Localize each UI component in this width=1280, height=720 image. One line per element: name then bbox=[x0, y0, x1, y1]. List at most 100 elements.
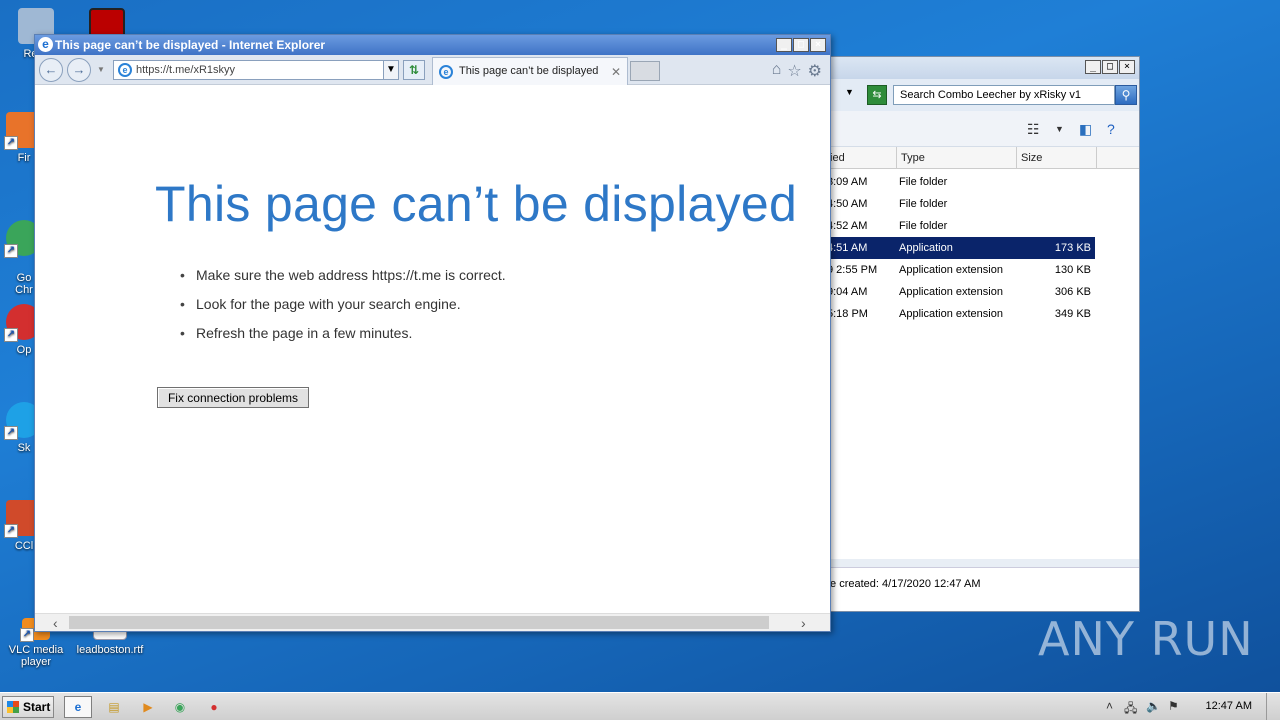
taskbar-media-player-button[interactable]: ▶ bbox=[134, 696, 162, 718]
tab-title: This page can’t be displayed bbox=[459, 65, 599, 77]
scroll-right-icon[interactable]: › bbox=[801, 614, 806, 632]
column-header: fied Type Size bbox=[823, 147, 1139, 169]
column-date-modified[interactable]: fied bbox=[823, 147, 897, 169]
file-size: 306 KB bbox=[1054, 286, 1091, 298]
chevron-down-icon[interactable]: ▼ bbox=[1055, 124, 1064, 134]
back-button[interactable]: ← bbox=[39, 58, 63, 82]
file-row[interactable]: 4:50 AM File folder bbox=[823, 193, 1095, 215]
file-row[interactable]: 5:18 PM Application extension 349 KB bbox=[823, 303, 1095, 325]
file-size: 130 KB bbox=[1054, 264, 1091, 276]
url-text: https://t.me/xR1skyy bbox=[136, 64, 236, 76]
action-center-flag-icon[interactable]: ⚑ bbox=[1168, 699, 1179, 713]
favorites-star-icon[interactable]: ☆ bbox=[787, 61, 801, 81]
file-type: File folder bbox=[899, 220, 948, 232]
file-modified: 9 2:55 PM bbox=[827, 264, 878, 276]
fix-connection-button[interactable]: Fix connection problems bbox=[157, 387, 309, 408]
explorer-titlebar[interactable]: _ □ × bbox=[823, 57, 1139, 79]
explorer-window[interactable]: _ □ × ▼ ⇆ Search Combo Leecher by xRisky… bbox=[822, 56, 1140, 612]
forward-button[interactable]: → bbox=[67, 58, 91, 82]
file-modified: 4:52 AM bbox=[827, 220, 868, 232]
chevron-down-icon[interactable]: ▼ bbox=[97, 65, 105, 74]
compatibility-view-icon[interactable]: ⇅ bbox=[403, 60, 425, 80]
start-label: Start bbox=[23, 700, 51, 714]
shortcut-arrow-icon: ↗ bbox=[4, 426, 18, 440]
preview-pane-icon[interactable]: ◧ bbox=[1079, 121, 1092, 138]
scroll-left-icon[interactable]: ‹ bbox=[53, 614, 58, 632]
shortcut-arrow-icon: ↗ bbox=[4, 524, 18, 538]
ie-titlebar[interactable]: e This page can’t be displayed - Interne… bbox=[35, 35, 830, 55]
close-button[interactable]: × bbox=[810, 38, 826, 52]
explorer-toolbar: ☷ ▼ ◧ ? bbox=[823, 111, 1139, 147]
system-tray: ˄ 🖧 🔈 ⚑ 12:47 AM bbox=[1100, 693, 1280, 720]
shortcut-arrow-icon: ↗ bbox=[4, 244, 18, 258]
home-icon[interactable]: ⌂ bbox=[772, 61, 782, 81]
search-input[interactable]: Search Combo Leecher by xRisky v1 bbox=[893, 85, 1115, 105]
file-type: Application extension bbox=[899, 308, 1003, 320]
file-modified: 4:51 AM bbox=[827, 242, 868, 254]
network-icon[interactable]: 🖧 bbox=[1124, 699, 1137, 720]
close-button[interactable]: × bbox=[1119, 60, 1135, 74]
shortcut-arrow-icon: ↗ bbox=[4, 136, 18, 150]
file-row[interactable]: 4:51 AM Application 173 KB bbox=[823, 237, 1095, 259]
desktop-icon-label: leadboston.rtf bbox=[76, 644, 144, 656]
taskbar: Start e ▤ ▶ ◉ ● ˄ 🖧 🔈 ⚑ 12:47 AM bbox=[0, 692, 1280, 720]
details-pane: te created: 4/17/2020 12:47 AM bbox=[823, 567, 1139, 611]
file-row[interactable]: 9:04 AM Application extension 306 KB bbox=[823, 281, 1095, 303]
file-type: File folder bbox=[899, 176, 948, 188]
minimize-button[interactable]: _ bbox=[1085, 60, 1101, 74]
volume-icon[interactable]: 🔈 bbox=[1146, 699, 1161, 713]
file-row[interactable]: 9 2:55 PM Application extension 130 KB bbox=[823, 259, 1095, 281]
file-list: 3:09 AM File folder 4:50 AM File folder 4:52… bbox=[823, 169, 1139, 559]
page-content: This page can’t be displayed Make sure t… bbox=[35, 85, 830, 613]
error-heading: This page can’t be displayed bbox=[155, 176, 798, 232]
shortcut-arrow-icon: ↗ bbox=[4, 328, 18, 342]
taskbar-explorer-button[interactable]: ▤ bbox=[100, 696, 128, 718]
search-icon[interactable]: ⚲ bbox=[1115, 85, 1137, 105]
file-modified: 4:50 AM bbox=[827, 198, 868, 210]
taskbar-opera-button[interactable]: ● bbox=[200, 696, 228, 718]
maximize-button[interactable]: □ bbox=[1102, 60, 1118, 74]
show-hidden-icons-icon[interactable]: ˄ bbox=[1106, 699, 1113, 713]
explorer-address-bar: ▼ ⇆ Search Combo Leecher by xRisky v1 ⚲ bbox=[823, 79, 1139, 111]
suggestion-item: Make sure the web address https://t.me i… bbox=[180, 267, 506, 296]
address-bar[interactable]: e https://t.me/xR1skyy ⚲ bbox=[113, 60, 398, 80]
anyrun-watermark: ANY RUN bbox=[1038, 612, 1254, 666]
file-type: Application extension bbox=[899, 286, 1003, 298]
shortcut-arrow-icon: ↗ bbox=[20, 628, 34, 642]
horizontal-scrollbar[interactable]: ‹ › bbox=[35, 613, 830, 631]
history-dropdown-icon[interactable]: ▼ bbox=[845, 87, 854, 97]
address-dropdown-button[interactable]: ▼ bbox=[383, 60, 399, 80]
ie-page-icon: e bbox=[118, 63, 132, 77]
column-size[interactable]: Size bbox=[1017, 147, 1097, 169]
ie-icon: e bbox=[38, 37, 53, 52]
taskbar-chrome-button[interactable]: ◉ bbox=[166, 696, 194, 718]
start-button[interactable]: Start bbox=[2, 696, 54, 718]
new-tab-button[interactable] bbox=[630, 61, 660, 81]
window-title: This page can’t be displayed - Internet … bbox=[55, 38, 326, 52]
maximize-button[interactable]: □ bbox=[793, 38, 809, 52]
settings-gear-icon[interactable]: ⚙ bbox=[808, 61, 822, 81]
taskbar-ie-button[interactable]: e bbox=[64, 696, 92, 718]
help-icon[interactable]: ? bbox=[1107, 121, 1115, 137]
suggestion-item: Refresh the page in a few minutes. bbox=[180, 325, 506, 354]
tab-current[interactable]: e This page can’t be displayed ✕ bbox=[432, 57, 628, 85]
file-modified: 5:18 PM bbox=[827, 308, 868, 320]
ie-window[interactable]: e This page can’t be displayed - Interne… bbox=[34, 34, 831, 632]
column-type[interactable]: Type bbox=[897, 147, 1017, 169]
file-modified: 3:09 AM bbox=[827, 176, 868, 188]
close-tab-icon[interactable]: ✕ bbox=[611, 65, 621, 79]
file-type: File folder bbox=[899, 198, 948, 210]
file-size: 173 KB bbox=[1054, 242, 1091, 254]
refresh-icon[interactable]: ⇆ bbox=[867, 85, 887, 105]
view-options-icon[interactable]: ☷ bbox=[1027, 121, 1040, 138]
file-size: 349 KB bbox=[1054, 308, 1091, 320]
suggestion-list: Make sure the web address https://t.me i… bbox=[180, 267, 506, 354]
clock[interactable]: 12:47 AM bbox=[1206, 700, 1252, 712]
file-row[interactable]: 3:09 AM File folder bbox=[823, 171, 1095, 193]
desktop-icon-label: VLC media player bbox=[8, 644, 64, 668]
suggestion-item: Look for the page with your search engin… bbox=[180, 296, 506, 325]
minimize-button[interactable]: _ bbox=[776, 38, 792, 52]
scrollbar-thumb[interactable] bbox=[69, 616, 769, 629]
file-row[interactable]: 4:52 AM File folder bbox=[823, 215, 1095, 237]
show-desktop-button[interactable] bbox=[1266, 693, 1280, 720]
